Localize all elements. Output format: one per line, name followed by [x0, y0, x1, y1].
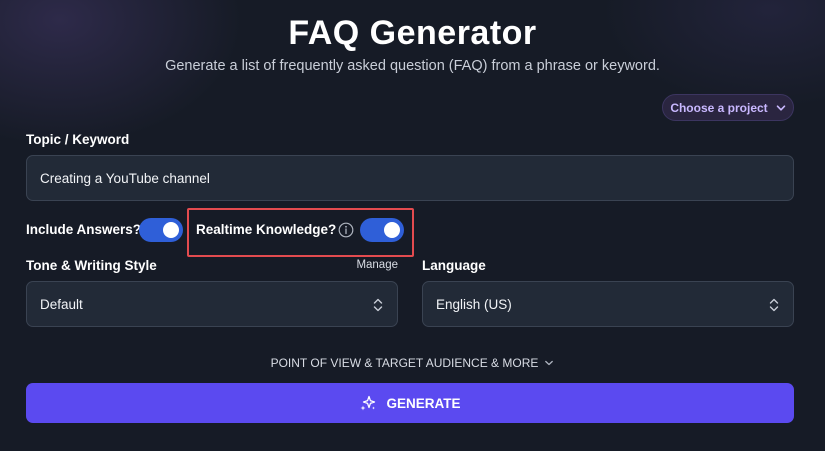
faq-generator-page: FAQ Generator Generate a list of frequen…: [0, 0, 825, 451]
include-answers-label: Include Answers?: [26, 222, 142, 237]
tone-label: Tone & Writing Style: [26, 258, 157, 273]
include-answers-toggle[interactable]: [139, 218, 183, 242]
language-select[interactable]: English (US): [422, 281, 794, 327]
tone-select-value: Default: [40, 296, 83, 312]
topic-label: Topic / Keyword: [26, 132, 130, 147]
realtime-knowledge-toggle[interactable]: [360, 218, 404, 242]
updown-chevron-icon: [769, 296, 779, 314]
page-title: FAQ Generator: [288, 14, 537, 52]
tone-select[interactable]: Default: [26, 281, 398, 327]
info-icon[interactable]: [338, 222, 354, 238]
manage-tone-link[interactable]: Manage: [352, 259, 398, 271]
sparkles-icon: [359, 394, 377, 412]
more-options-toggle[interactable]: POINT OF VIEW & TARGET AUDIENCE & MORE: [0, 356, 825, 370]
choose-project-label: Choose a project: [670, 100, 768, 115]
choose-project-button[interactable]: Choose a project: [662, 94, 794, 121]
language-label: Language: [422, 258, 486, 273]
generate-label: GENERATE: [386, 395, 461, 411]
more-options-label: POINT OF VIEW & TARGET AUDIENCE & MORE: [270, 356, 539, 370]
chevron-down-icon: [544, 358, 554, 368]
language-select-value: English (US): [436, 296, 512, 312]
toggle-knob: [384, 222, 400, 238]
toggle-knob: [163, 222, 179, 238]
page-subtitle: Generate a list of frequently asked ques…: [165, 58, 660, 74]
topic-input[interactable]: Creating a YouTube channel: [26, 155, 794, 201]
topic-input-value: Creating a YouTube channel: [40, 170, 210, 186]
chevron-down-icon: [776, 103, 786, 113]
generate-button[interactable]: GENERATE: [26, 383, 794, 423]
updown-chevron-icon: [373, 296, 383, 314]
realtime-knowledge-label: Realtime Knowledge?: [196, 222, 337, 237]
